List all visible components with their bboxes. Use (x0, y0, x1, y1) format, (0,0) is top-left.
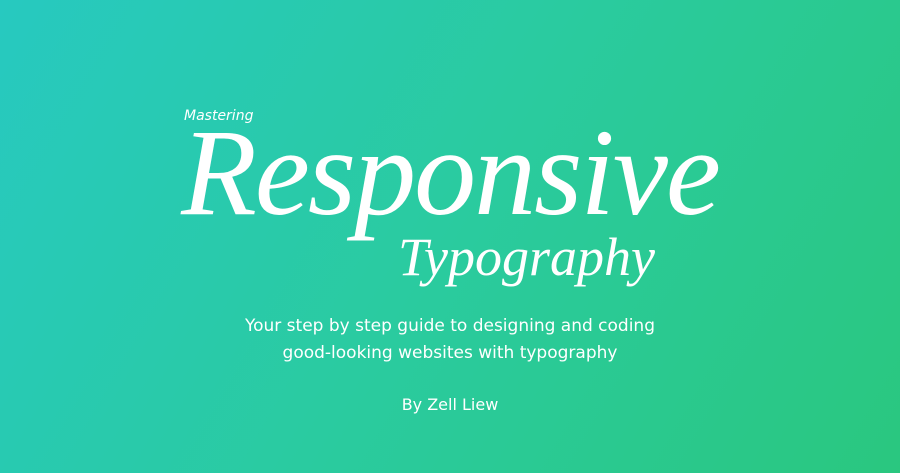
tagline-line-2: good-looking websites with typography (282, 343, 618, 363)
main-title: Responsive (181, 104, 721, 241)
tagline: Your step by step guide to designing and… (0, 313, 900, 367)
author-byline: By Zell Liew (401, 395, 499, 414)
tagline-line-1: Your step by step guide to designing and… (244, 316, 656, 336)
book-cover-hero: Mastering Responsive Typography Your ste… (0, 0, 900, 473)
subtitle: Typography (398, 227, 655, 287)
